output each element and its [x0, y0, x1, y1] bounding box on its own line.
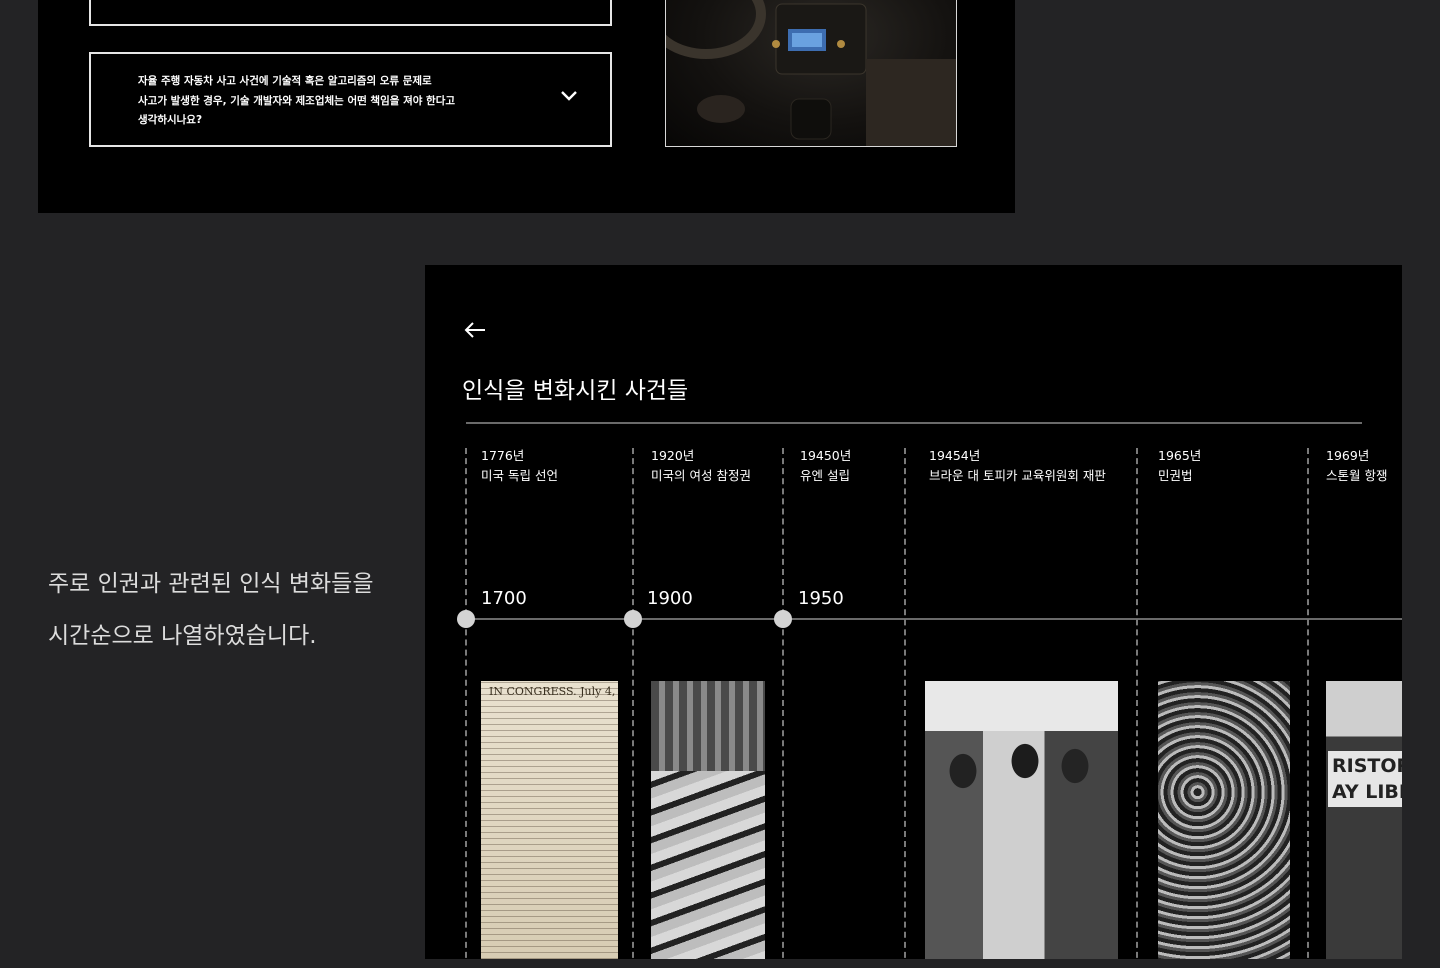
timeline-event[interactable]: 1776년 미국 독립 선언 [481, 446, 558, 486]
declaration-photo[interactable]: IN CONGRESS. July 4, 1776 [481, 681, 618, 959]
event-name: 민권법 [1158, 468, 1193, 483]
event-name: 유엔 설립 [800, 468, 850, 483]
event-name: 미국의 여성 참정권 [651, 468, 751, 483]
axis-dot-1700[interactable] [457, 610, 475, 628]
stonewall-march-photo[interactable]: RISTOPHER AY LIBER [1326, 681, 1402, 959]
declaration-heading: IN CONGRESS. July 4, 1776 [489, 685, 618, 698]
decade-label: 1900 [647, 588, 693, 609]
event-line-un [782, 448, 784, 959]
timeline-axis [466, 618, 1402, 620]
question-text: 자율 주행 자동차 사고 사건에 기술적 혹은 알고리즘의 오류 문제로 사고가… [138, 75, 456, 126]
timeline-event[interactable]: 1969년 스톤월 항쟁 [1326, 446, 1387, 486]
previous-question-box[interactable] [89, 0, 612, 26]
section-caption: 주로 인권과 관련된 인식 변화들을 시간순으로 나열하였습니다. [48, 571, 374, 649]
question-panel: 자율 주행 자동차 사고 사건에 기술적 혹은 알고리즘의 오류 문제로 사고가… [38, 0, 1015, 213]
timeline-title: 인식을 변화시킨 사건들 [462, 378, 689, 404]
parade-street [651, 771, 765, 959]
event-line-brown [904, 448, 906, 959]
car-interior-illustration [666, 0, 956, 146]
event-year: 1969년 [1326, 448, 1370, 463]
axis-dot-1900[interactable] [624, 610, 642, 628]
event-year: 19454년 [929, 448, 981, 463]
decade-label: 1700 [481, 588, 527, 609]
event-name: 브라운 대 토피카 교육위원회 재판 [929, 468, 1106, 483]
event-year: 1920년 [651, 448, 695, 463]
event-line-1969 [1307, 448, 1309, 959]
suffrage-parade-photo[interactable] [651, 681, 765, 959]
brown-v-board-photo[interactable] [925, 681, 1118, 959]
civil-rights-march-photo[interactable] [1158, 681, 1290, 959]
decade-label: 1950 [798, 588, 844, 609]
timeline-event[interactable]: 1965년 민권법 [1158, 446, 1201, 486]
axis-dot-1950[interactable] [774, 610, 792, 628]
event-year: 1965년 [1158, 448, 1202, 463]
event-name: 스톤월 항쟁 [1326, 468, 1388, 483]
question-accordion[interactable]: 자율 주행 자동차 사고 사건에 기술적 혹은 알고리즘의 오류 문제로 사고가… [89, 52, 612, 147]
car-interior-photo [665, 0, 957, 147]
event-name: 미국 독립 선언 [481, 468, 558, 483]
timeline-event[interactable]: 19450년 유엔 설립 [800, 446, 851, 486]
event-line-1920 [632, 448, 634, 959]
event-line-1965 [1136, 448, 1138, 959]
event-line-1776 [465, 448, 467, 959]
timeline-event[interactable]: 19454년 브라운 대 토피카 교육위원회 재판 [929, 446, 1106, 486]
timeline-panel: 인식을 변화시킨 사건들 1700 1900 1950 1776년 미국 독립 … [425, 265, 1402, 959]
children-figures [925, 731, 1118, 959]
event-year: 1776년 [481, 448, 525, 463]
arrow-left-icon[interactable] [463, 320, 487, 340]
chevron-down-icon[interactable] [560, 90, 578, 102]
title-divider [466, 422, 1362, 424]
pride-sign-text: RISTOPHER AY LIBER [1328, 751, 1402, 807]
timeline-event[interactable]: 1920년 미국의 여성 참정권 [651, 446, 751, 486]
event-year: 19450년 [800, 448, 852, 463]
